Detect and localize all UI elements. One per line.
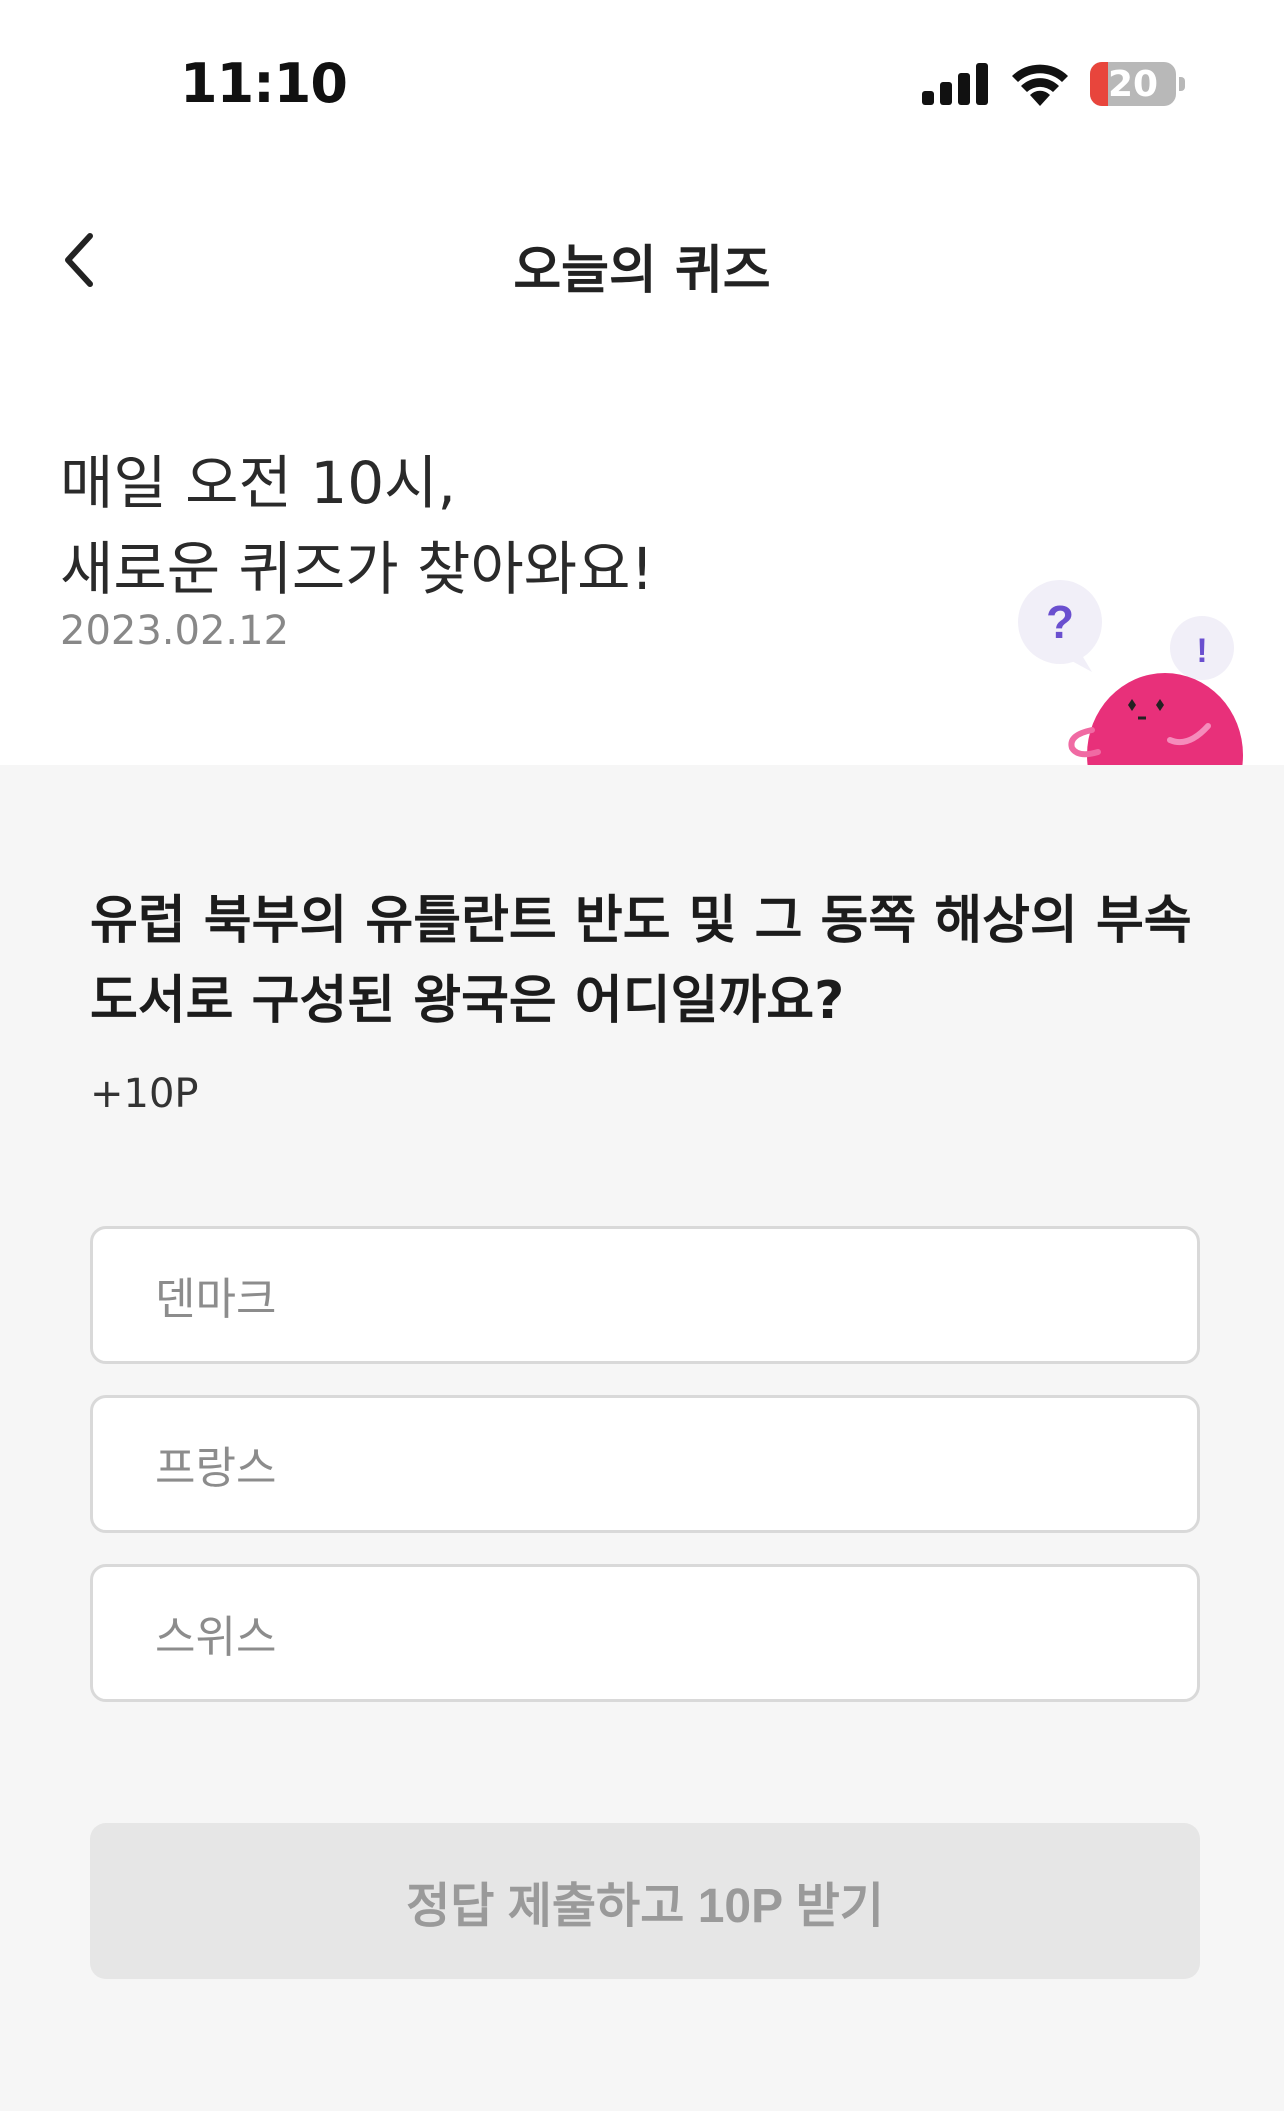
answer-option-label: 프랑스 [155, 1443, 277, 1494]
answer-option[interactable]: 프랑스 [90, 1395, 1200, 1533]
hero-headline: 매일 오전 10시, 새로운 퀴즈가 찾아와요! [60, 440, 654, 612]
battery-icon: 20 [1090, 62, 1185, 106]
answer-option-label: 스위스 [155, 1612, 277, 1663]
hero-headline-line2: 새로운 퀴즈가 찾아와요! [60, 535, 654, 603]
answer-option[interactable]: 스위스 [90, 1564, 1200, 1702]
hero-section: 매일 오전 10시, 새로운 퀴즈가 찾아와요! 2023.02.12 ? ! [0, 420, 1284, 765]
status-icons: 20 [922, 62, 1185, 106]
quiz-points: +10P [90, 1071, 199, 1117]
battery-level: 20 [1107, 63, 1159, 105]
quiz-content: 유럽 북부의 유틀란트 반도 및 그 동쪽 해상의 부속 도서로 구성된 왕국은… [0, 765, 1284, 2111]
answer-option-label: 덴마크 [155, 1274, 277, 1325]
mascot-illustration: ? ! [1018, 580, 1243, 765]
quiz-date: 2023.02.12 [60, 608, 290, 654]
nav-bar: 오늘의 퀴즈 [0, 200, 1284, 320]
hero-headline-line1: 매일 오전 10시, [60, 449, 456, 517]
answer-option[interactable]: 덴마크 [90, 1226, 1200, 1364]
wifi-icon [1012, 64, 1068, 106]
submit-answer-button[interactable]: 정답 제출하고 10P 받기 [90, 1823, 1200, 1979]
status-time: 11:10 [180, 52, 348, 115]
status-bar: 11:10 20 [0, 0, 1284, 170]
mascot-bubble-exclaim: ! [1196, 632, 1207, 670]
mascot-bubble-question: ? [1046, 596, 1074, 648]
quiz-question: 유럽 북부의 유틀란트 반도 및 그 동쪽 해상의 부속 도서로 구성된 왕국은… [90, 891, 1192, 1031]
page-title: 오늘의 퀴즈 [513, 241, 771, 301]
signal-icon [922, 63, 988, 105]
